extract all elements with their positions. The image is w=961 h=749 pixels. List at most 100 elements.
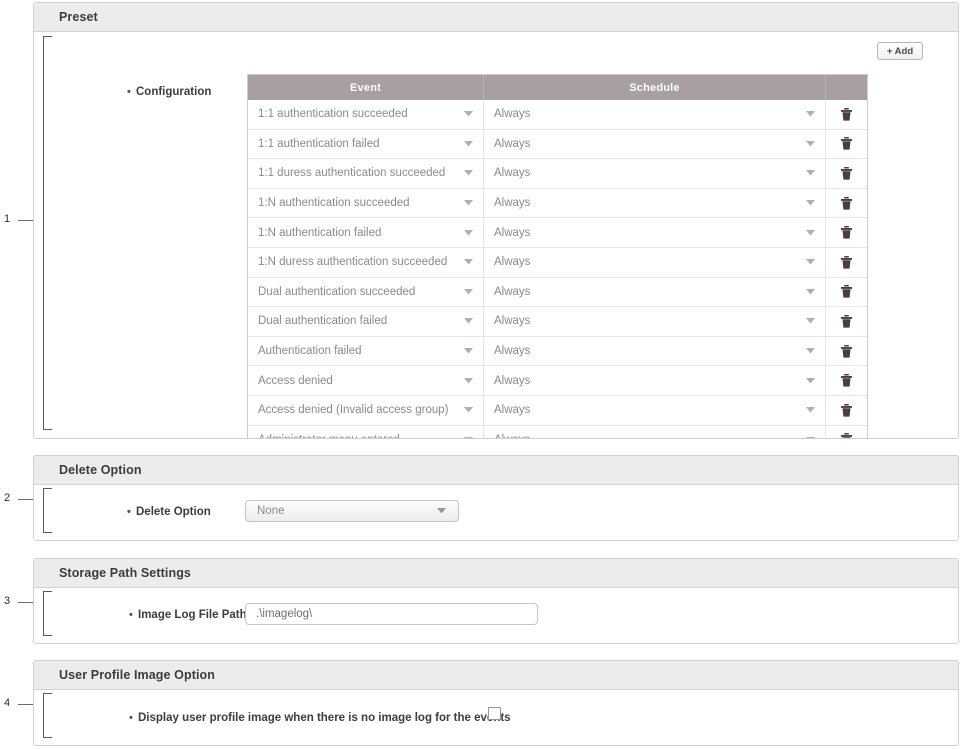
delete-row-button[interactable] <box>826 248 867 277</box>
bullet-icon: • <box>129 712 133 724</box>
delete-row-button[interactable] <box>826 278 867 307</box>
event-value: Authentication failed <box>258 345 362 358</box>
schedule-select[interactable]: Always <box>484 247 826 277</box>
chevron-down-icon <box>461 200 475 206</box>
table-row: 1:1 duress authentication succeeded Alway… <box>248 158 867 188</box>
trash-icon <box>841 314 852 328</box>
chevron-down-icon <box>461 111 475 117</box>
chevron-down-icon <box>803 140 817 147</box>
delete-row-button[interactable] <box>826 337 867 366</box>
trash-icon <box>841 226 852 239</box>
configuration-table-body: 1:1 authentication succeeded Always 1:1 au… <box>248 100 867 438</box>
event-select[interactable]: Access denied <box>248 366 484 395</box>
chevron-down-icon <box>461 288 475 295</box>
event-select[interactable]: Access denied (Invalid access group) <box>248 395 484 425</box>
schedule-select[interactable]: Always <box>484 218 826 247</box>
event-select[interactable]: Dual authentication succeeded <box>248 277 484 307</box>
event-select[interactable]: Authentication failed <box>248 336 484 366</box>
chevron-down-icon <box>803 259 817 265</box>
bullet-icon: • <box>127 506 131 518</box>
chevron-down-icon <box>803 288 817 295</box>
trash-icon <box>841 137 852 150</box>
panel-user-profile-image: User Profile Image Option • Display user … <box>33 660 959 746</box>
schedule-select[interactable]: Always <box>484 366 826 395</box>
event-value: 1:N duress authentication succeeded <box>258 256 448 269</box>
chevron-down-icon <box>803 318 817 324</box>
bullet-icon: • <box>129 609 133 621</box>
annotation-number-2: 2 <box>4 492 11 504</box>
event-select[interactable]: Dual authentication failed <box>248 307 484 336</box>
schedule-select[interactable]: Always <box>484 336 826 366</box>
chevron-down-icon <box>803 348 817 354</box>
panel-delete-option-title: Delete Option <box>59 463 142 477</box>
schedule-select[interactable]: Always <box>484 307 826 336</box>
delete-row-button[interactable] <box>826 218 867 247</box>
schedule-select[interactable]: Always <box>484 425 826 438</box>
table-row: Dual authentication succeeded Always <box>248 276 867 307</box>
event-value: 1:1 authentication failed <box>258 137 380 150</box>
configuration-label: • Configuration <box>127 86 212 98</box>
table-row: Access denied Always <box>248 365 867 395</box>
delete-option-select[interactable]: None <box>245 500 459 522</box>
chevron-down-icon <box>803 200 817 206</box>
schedule-select[interactable]: Always <box>484 277 826 307</box>
chevron-down-icon <box>461 436 475 438</box>
schedule-value: Always <box>494 404 531 417</box>
event-select[interactable]: Administrator menu entered <box>248 425 484 438</box>
schedule-select[interactable]: Always <box>484 188 826 218</box>
event-value: 1:N authentication failed <box>258 226 382 239</box>
column-header-event: Event <box>248 75 484 100</box>
schedule-select[interactable]: Always <box>484 159 826 188</box>
add-button[interactable]: + Add <box>877 42 923 60</box>
delete-row-button[interactable] <box>826 130 867 159</box>
trash-icon <box>841 196 852 210</box>
chevron-down-icon <box>803 229 817 236</box>
delete-row-button[interactable] <box>826 159 867 188</box>
delete-row-button[interactable] <box>826 100 867 129</box>
panel-delete-option-header: Delete Option <box>34 456 958 485</box>
schedule-select[interactable]: Always <box>484 395 826 425</box>
chevron-down-icon <box>461 229 475 236</box>
delete-row-button[interactable] <box>826 426 867 438</box>
configuration-table-header: Event Schedule <box>248 75 867 100</box>
event-select[interactable]: 1:1 duress authentication succeeded <box>248 159 484 188</box>
table-row: 1:N authentication failed Always <box>248 217 867 247</box>
table-row: 1:1 authentication succeeded Always <box>248 100 867 129</box>
display-user-profile-image-checkbox[interactable] <box>488 707 501 720</box>
schedule-select[interactable]: Always <box>484 100 826 129</box>
delete-row-button[interactable] <box>826 189 867 218</box>
settings-page: 1 2 3 4 Preset • Configuration Event Sche… <box>0 0 961 749</box>
panel-user-profile-image-body: • Display user profile image when there i… <box>34 690 958 745</box>
panel-preset-body: • Configuration Event Schedule 1:1 authen… <box>34 32 958 438</box>
panel-delete-option: Delete Option • Delete Option None <box>33 455 959 541</box>
trash-icon <box>841 403 852 417</box>
chevron-down-icon <box>461 140 475 147</box>
bracket-delete-option <box>43 488 52 533</box>
event-select[interactable]: 1:1 authentication succeeded <box>248 100 484 129</box>
panel-preset-title: Preset <box>59 10 98 24</box>
schedule-value: Always <box>494 108 531 121</box>
table-row: Administrator menu entered Always <box>248 424 867 438</box>
bracket-user-profile-image <box>43 693 52 738</box>
chevron-down-icon <box>461 170 475 176</box>
schedule-value: Always <box>494 285 531 298</box>
delete-row-button[interactable] <box>826 396 867 425</box>
table-row: Dual authentication failed Always <box>248 306 867 336</box>
event-select[interactable]: 1:N duress authentication succeeded <box>248 247 484 277</box>
event-select[interactable]: 1:N authentication succeeded <box>248 188 484 218</box>
schedule-select[interactable]: Always <box>484 129 826 159</box>
delete-row-button[interactable] <box>826 307 867 336</box>
schedule-value: Always <box>494 167 531 180</box>
annotation-number-3: 3 <box>4 595 11 607</box>
event-value: 1:1 duress authentication succeeded <box>258 167 446 180</box>
annotation-number-4: 4 <box>4 697 11 709</box>
image-log-file-path-input[interactable] <box>245 603 538 625</box>
display-user-profile-image-label: • Display user profile image when there i… <box>129 712 511 724</box>
delete-option-label: • Delete Option <box>127 506 211 518</box>
delete-row-button[interactable] <box>826 366 867 395</box>
event-select[interactable]: 1:1 authentication failed <box>248 129 484 159</box>
event-value: Access denied (Invalid access group) <box>258 404 449 417</box>
event-select[interactable]: 1:N authentication failed <box>248 218 484 247</box>
panel-storage-path-body: • Image Log File Path <box>34 588 958 643</box>
panel-user-profile-image-header: User Profile Image Option <box>34 661 958 690</box>
